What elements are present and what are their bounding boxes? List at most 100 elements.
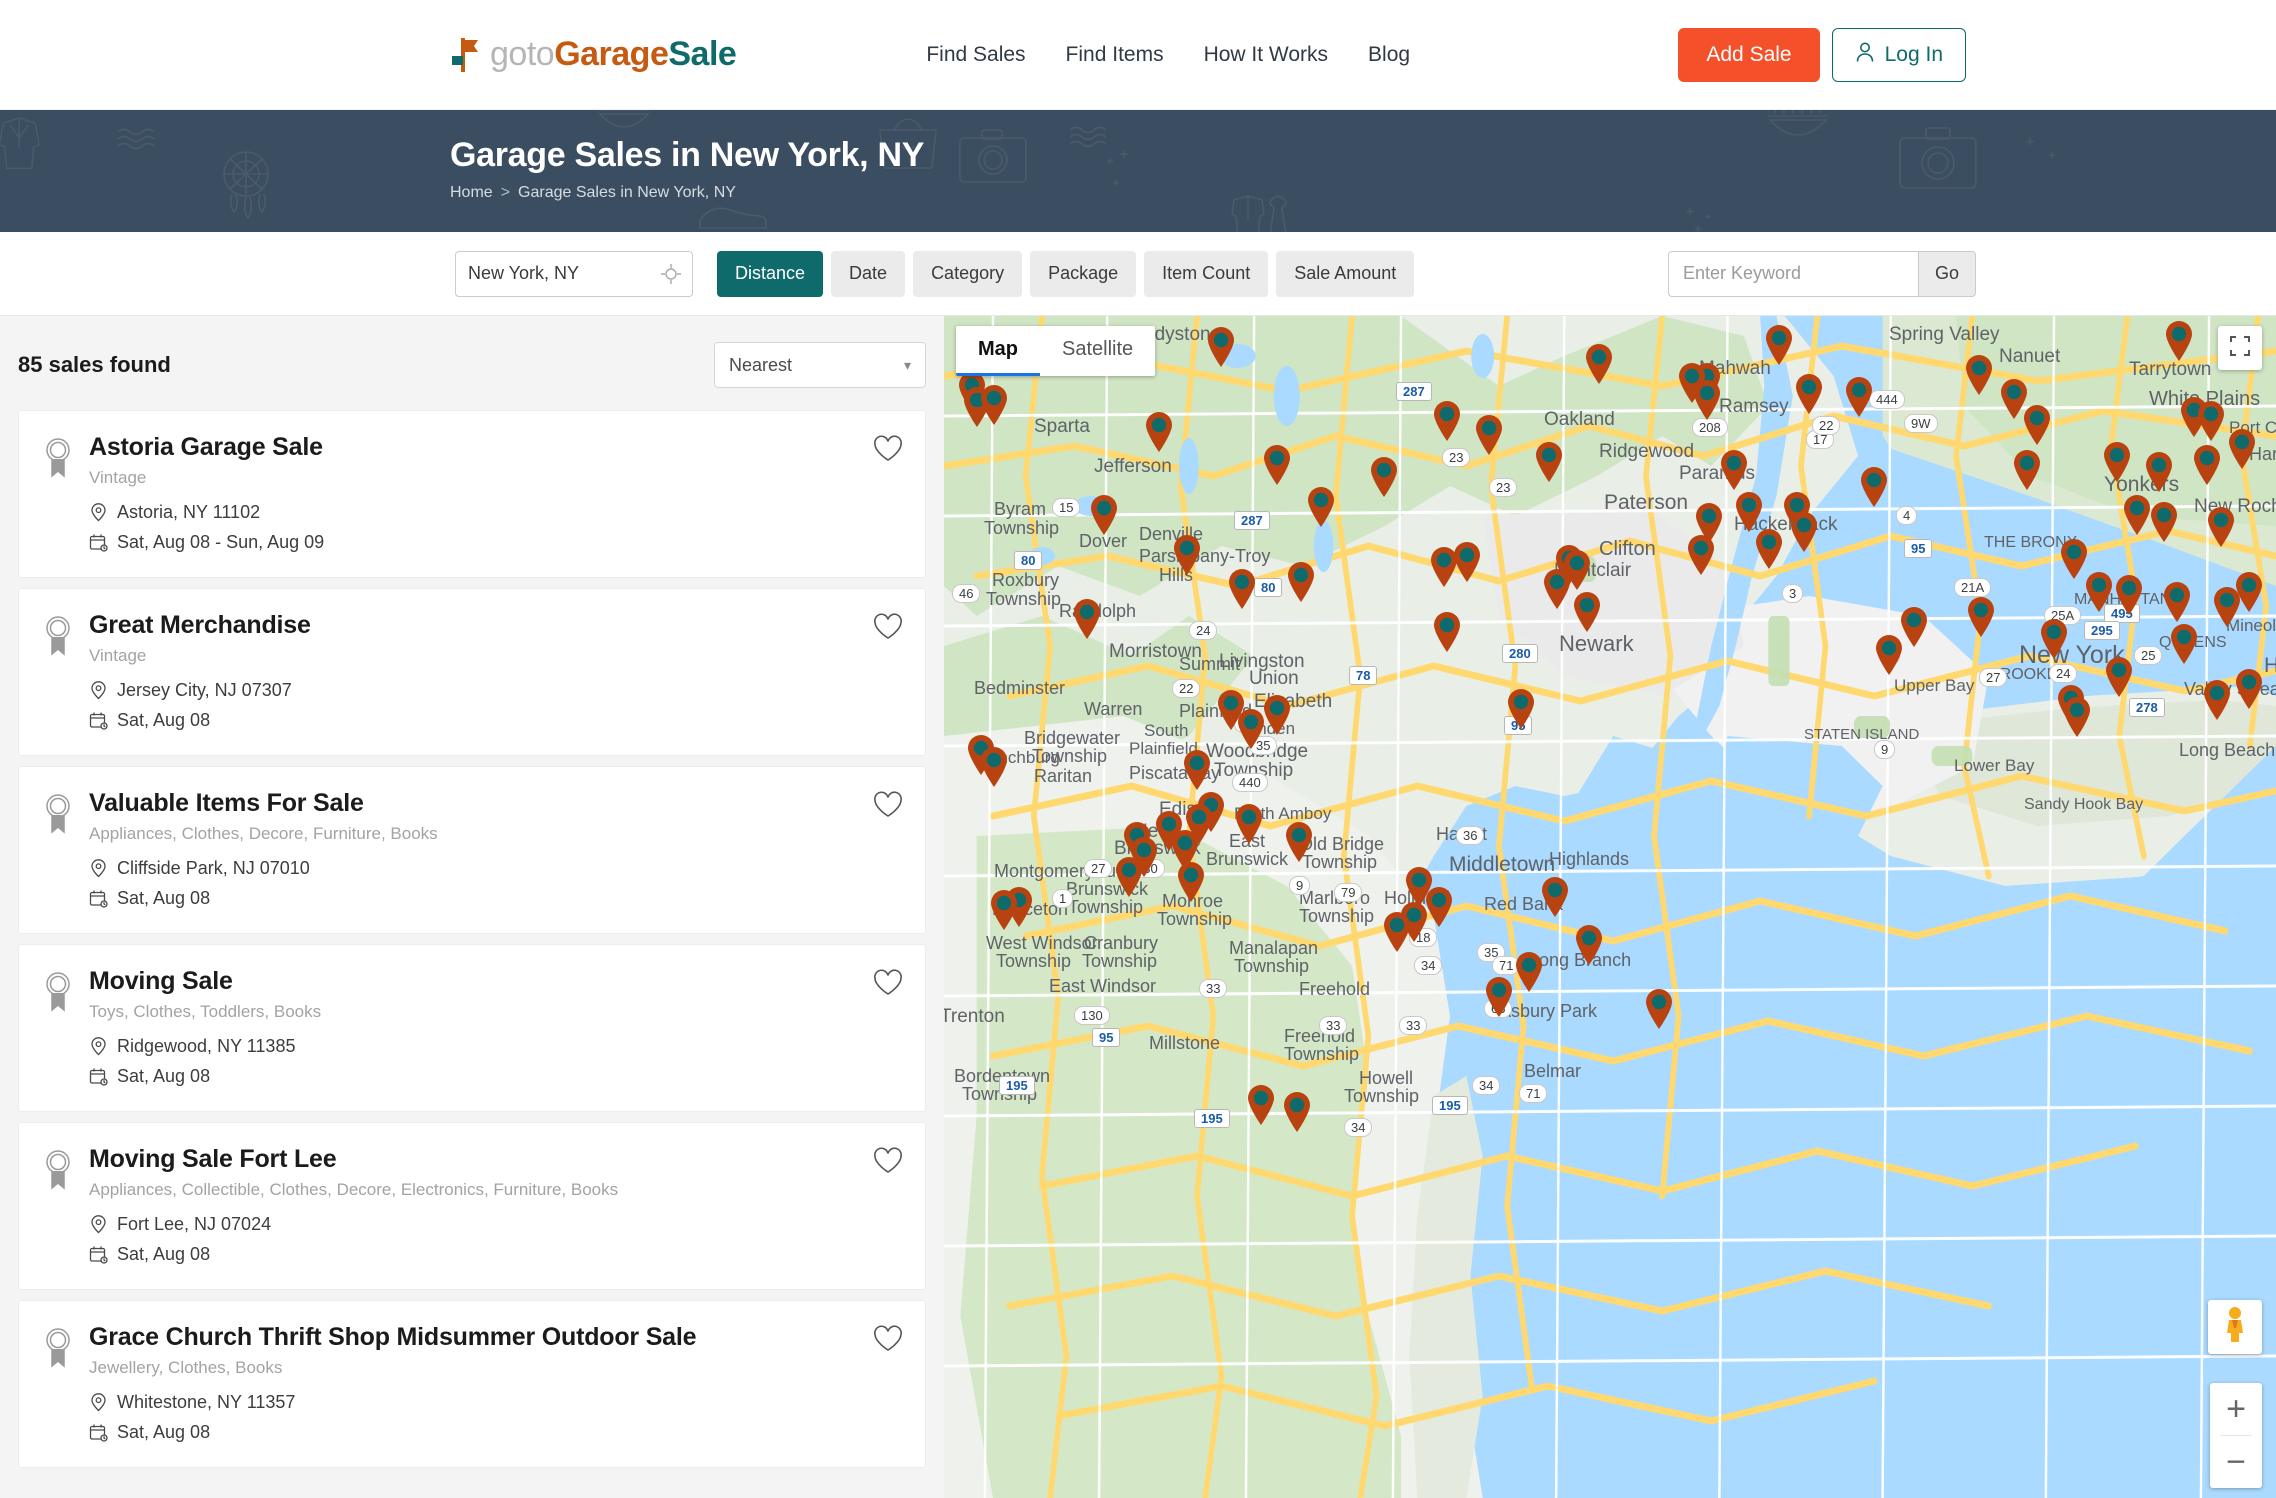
- favorite-heart-icon[interactable]: [873, 791, 903, 821]
- breadcrumb-separator: >: [501, 184, 510, 202]
- calendar-icon: [89, 1245, 108, 1264]
- site-logo[interactable]: gotoGarageSale: [450, 35, 736, 74]
- street-view-pegman[interactable]: [2208, 1300, 2262, 1354]
- sale-card[interactable]: Astoria Garage Sale Vintage Astoria, NY …: [18, 410, 926, 578]
- sale-date: Sat, Aug 08: [117, 888, 210, 909]
- signpost-icon: [450, 36, 480, 74]
- sale-title: Grace Church Thrift Shop Midsummer Outdo…: [89, 1323, 901, 1352]
- calendar-icon: [89, 711, 108, 730]
- map-type-satellite[interactable]: Satellite: [1040, 326, 1155, 376]
- sale-location: Astoria, NY 11102: [117, 502, 260, 523]
- ribbon-award-icon: [41, 1325, 75, 1443]
- fullscreen-icon: [2229, 335, 2251, 362]
- sale-categories: Vintage: [89, 646, 901, 666]
- favorite-heart-icon[interactable]: [873, 435, 903, 465]
- sale-location-row: Jersey City, NJ 07307: [89, 680, 901, 701]
- calendar-icon: [89, 889, 108, 908]
- sale-date-row: Sat, Aug 08 - Sun, Aug 09: [89, 532, 901, 553]
- sale-categories: Toys, Clothes, Toddlers, Books: [89, 1002, 901, 1022]
- filter-package[interactable]: Package: [1030, 251, 1136, 297]
- sale-date-row: Sat, Aug 08: [89, 710, 901, 731]
- calendar-icon: [89, 1423, 108, 1442]
- map-type-map[interactable]: Map: [956, 326, 1040, 376]
- favorite-heart-icon[interactable]: [873, 969, 903, 999]
- sale-card-body: Moving Sale Fort Lee Appliances, Collect…: [89, 1145, 901, 1265]
- keyword-go-button[interactable]: Go: [1918, 251, 1976, 297]
- sale-title: Astoria Garage Sale: [89, 433, 901, 462]
- keyword-search-group: Go: [1668, 251, 1976, 297]
- map-zoom-controls[interactable]: + −: [2210, 1383, 2262, 1488]
- banner-decorative-pattern: [0, 110, 2276, 232]
- favorite-heart-icon[interactable]: [873, 613, 903, 643]
- nav-how-it-works[interactable]: How It Works: [1204, 43, 1328, 67]
- location-pin-icon: [89, 1037, 108, 1056]
- map-type-switcher[interactable]: Map Satellite: [956, 326, 1155, 376]
- locate-crosshair-icon[interactable]: [661, 264, 681, 284]
- map-panel[interactable]: HardystonSpring ValleyMahwahNanuetTarryt…: [944, 316, 2276, 1498]
- results-count: 85 sales found: [18, 352, 171, 378]
- sale-card-body: Valuable Items For Sale Appliances, Clot…: [89, 789, 901, 909]
- sale-card[interactable]: Valuable Items For Sale Appliances, Clot…: [18, 766, 926, 934]
- logo-text: gotoGarageSale: [490, 35, 736, 74]
- sale-location: Fort Lee, NJ 07024: [117, 1214, 271, 1235]
- calendar-icon: [89, 533, 108, 552]
- filter-date[interactable]: Date: [831, 251, 905, 297]
- chevron-down-icon: ▾: [904, 357, 911, 374]
- sale-card[interactable]: Moving Sale Toys, Clothes, Toddlers, Boo…: [18, 944, 926, 1112]
- filter-sale-amount[interactable]: Sale Amount: [1276, 251, 1414, 297]
- filter-distance[interactable]: Distance: [717, 251, 823, 297]
- zoom-out-button[interactable]: −: [2210, 1436, 2262, 1488]
- sale-categories: Jewellery, Clothes, Books: [89, 1358, 901, 1378]
- sale-location: Ridgewood, NY 11385: [117, 1036, 295, 1057]
- calendar-icon: [89, 1067, 108, 1086]
- filter-category[interactable]: Category: [913, 251, 1022, 297]
- keyword-input[interactable]: [1668, 251, 1918, 297]
- login-button[interactable]: Log In: [1832, 28, 1966, 82]
- login-label: Log In: [1885, 43, 1943, 67]
- sale-card[interactable]: Great Merchandise Vintage Jersey City, N…: [18, 588, 926, 756]
- sale-card-body: Astoria Garage Sale Vintage Astoria, NY …: [89, 433, 901, 553]
- sale-categories: Appliances, Clothes, Decore, Furniture, …: [89, 824, 901, 844]
- sale-location-row: Astoria, NY 11102: [89, 502, 901, 523]
- sale-title: Moving Sale Fort Lee: [89, 1145, 901, 1174]
- nav-find-sales[interactable]: Find Sales: [926, 43, 1025, 67]
- sale-card-body: Great Merchandise Vintage Jersey City, N…: [89, 611, 901, 731]
- ribbon-award-icon: [41, 969, 75, 1087]
- location-pin-icon: [89, 503, 108, 522]
- sale-date: Sat, Aug 08: [117, 1244, 210, 1265]
- zoom-in-button[interactable]: +: [2210, 1383, 2262, 1435]
- sale-categories: Vintage: [89, 468, 901, 488]
- sort-dropdown[interactable]: Nearest ▾: [714, 342, 926, 388]
- favorite-heart-icon[interactable]: [873, 1325, 903, 1355]
- breadcrumb-home[interactable]: Home: [450, 184, 493, 202]
- nav-find-items[interactable]: Find Items: [1066, 43, 1164, 67]
- sale-card-body: Moving Sale Toys, Clothes, Toddlers, Boo…: [89, 967, 901, 1087]
- sale-date: Sat, Aug 08: [117, 1422, 210, 1443]
- sale-location: Jersey City, NJ 07307: [117, 680, 292, 701]
- map-canvas[interactable]: [944, 316, 2276, 1498]
- top-navigation-bar: gotoGarageSale Find Sales Find Items How…: [0, 0, 2276, 110]
- sale-card[interactable]: Moving Sale Fort Lee Appliances, Collect…: [18, 1122, 926, 1290]
- sale-date-row: Sat, Aug 08: [89, 888, 901, 909]
- logo-goto: goto: [490, 35, 554, 73]
- sort-selected-value: Nearest: [729, 355, 792, 376]
- sale-card-list: Astoria Garage Sale Vintage Astoria, NY …: [0, 410, 944, 1468]
- nav-blog[interactable]: Blog: [1368, 43, 1410, 67]
- fullscreen-button[interactable]: [2218, 326, 2262, 370]
- location-pin-icon: [89, 859, 108, 878]
- sale-card[interactable]: Grace Church Thrift Shop Midsummer Outdo…: [18, 1300, 926, 1468]
- nav-action-buttons: Add Sale Log In: [1678, 28, 1966, 82]
- favorite-heart-icon[interactable]: [873, 1147, 903, 1177]
- add-sale-button[interactable]: Add Sale: [1678, 28, 1819, 82]
- filter-item-count[interactable]: Item Count: [1144, 251, 1268, 297]
- banner-content: Garage Sales in New York, NY Home > Gara…: [450, 136, 924, 202]
- location-input[interactable]: [468, 263, 680, 284]
- ribbon-award-icon: [41, 791, 75, 909]
- location-pin-icon: [89, 681, 108, 700]
- logo-sale: Sale: [668, 35, 736, 73]
- location-field[interactable]: [455, 251, 693, 297]
- sale-card-body: Grace Church Thrift Shop Midsummer Outdo…: [89, 1323, 901, 1443]
- sale-location-row: Whitestone, NY 11357: [89, 1392, 901, 1413]
- results-panel: 85 sales found Nearest ▾ Astoria Garage …: [0, 316, 944, 1498]
- sale-date-row: Sat, Aug 08: [89, 1422, 901, 1443]
